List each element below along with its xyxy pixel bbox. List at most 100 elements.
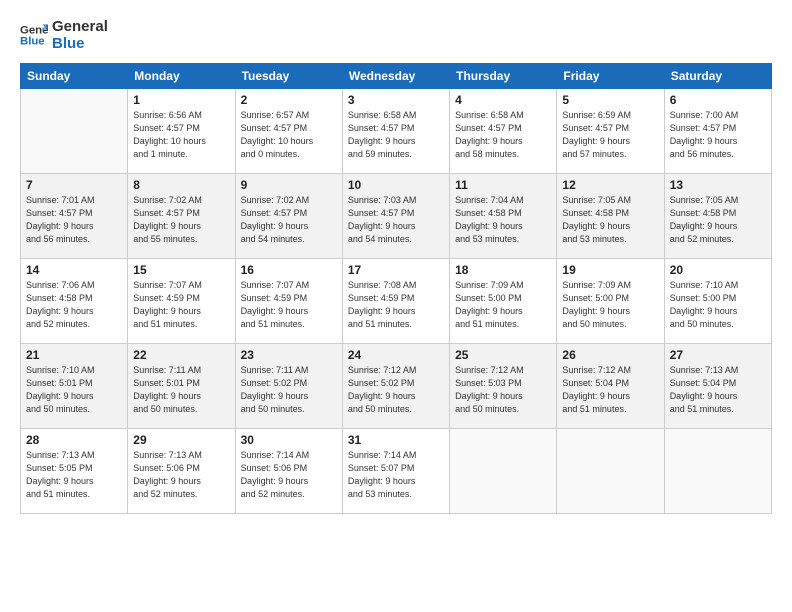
day-number: 16 (241, 263, 337, 277)
calendar-week-row: 28Sunrise: 7:13 AM Sunset: 5:05 PM Dayli… (21, 428, 772, 513)
day-info: Sunrise: 7:11 AM Sunset: 5:01 PM Dayligh… (133, 364, 229, 416)
calendar-cell: 16 Sunrise: 7:07 AM Sunset: 4:59 PM Dayli… (235, 258, 342, 343)
calendar-cell: 24 Sunrise: 7:12 AM Sunset: 5:02 PM Dayli… (342, 343, 449, 428)
calendar-cell: 23 Sunrise: 7:11 AM Sunset: 5:02 PM Dayli… (235, 343, 342, 428)
day-info: Sunrise: 7:10 AM Sunset: 5:00 PM Dayligh… (670, 279, 766, 331)
day-number: 30 (241, 433, 337, 447)
day-info: Sunrise: 7:13 AM Sunset: 5:05 PM Dayligh… (26, 449, 122, 501)
calendar-cell: 29Sunrise: 7:13 AM Sunset: 5:06 PM Dayli… (128, 428, 235, 513)
day-info: Sunrise: 7:05 AM Sunset: 4:58 PM Dayligh… (670, 194, 766, 246)
day-info: Sunrise: 6:57 AM Sunset: 4:57 PM Dayligh… (241, 109, 337, 161)
calendar-cell: 9Sunrise: 7:02 AM Sunset: 4:57 PM Daylig… (235, 173, 342, 258)
day-info: Sunrise: 6:58 AM Sunset: 4:57 PM Dayligh… (348, 109, 444, 161)
page: General Blue General Blue SundayMondayTu… (0, 0, 792, 612)
col-header-wednesday: Wednesday (342, 63, 449, 88)
day-number: 12 (562, 178, 658, 192)
day-info: Sunrise: 7:11 AM Sunset: 5:02 PM Dayligh… (241, 364, 337, 416)
day-number: 31 (348, 433, 444, 447)
calendar-cell: 11 Sunrise: 7:04 AM Sunset: 4:58 PM Dayli… (450, 173, 557, 258)
calendar-cell: 13 Sunrise: 7:05 AM Sunset: 4:58 PM Dayli… (664, 173, 771, 258)
day-info: Sunrise: 7:12 AM Sunset: 5:02 PM Dayligh… (348, 364, 444, 416)
day-number: 6 (670, 93, 766, 107)
day-info: Sunrise: 7:10 AM Sunset: 5:01 PM Dayligh… (26, 364, 122, 416)
day-info: Sunrise: 7:08 AM Sunset: 4:59 PM Dayligh… (348, 279, 444, 331)
col-header-sunday: Sunday (21, 63, 128, 88)
calendar-cell: 1 Sunrise: 6:56 AM Sunset: 4:57 PM Daylig… (128, 88, 235, 173)
calendar-cell: 27Sunrise: 7:13 AM Sunset: 5:04 PM Dayli… (664, 343, 771, 428)
day-number: 4 (455, 93, 551, 107)
day-number: 24 (348, 348, 444, 362)
calendar-cell: 10Sunrise: 7:03 AM Sunset: 4:57 PM Dayli… (342, 173, 449, 258)
day-number: 23 (241, 348, 337, 362)
day-info: Sunrise: 7:07 AM Sunset: 4:59 PM Dayligh… (241, 279, 337, 331)
day-number: 14 (26, 263, 122, 277)
day-number: 13 (670, 178, 766, 192)
calendar-cell: 21Sunrise: 7:10 AM Sunset: 5:01 PM Dayli… (21, 343, 128, 428)
calendar-cell: 25 Sunrise: 7:12 AM Sunset: 5:03 PM Dayli… (450, 343, 557, 428)
calendar-week-row: 21Sunrise: 7:10 AM Sunset: 5:01 PM Dayli… (21, 343, 772, 428)
calendar-cell: 2 Sunrise: 6:57 AM Sunset: 4:57 PM Daylig… (235, 88, 342, 173)
calendar-week-row: 14Sunrise: 7:06 AM Sunset: 4:58 PM Dayli… (21, 258, 772, 343)
day-info: Sunrise: 7:12 AM Sunset: 5:04 PM Dayligh… (562, 364, 658, 416)
calendar-cell (557, 428, 664, 513)
calendar-cell: 12 Sunrise: 7:05 AM Sunset: 4:58 PM Dayli… (557, 173, 664, 258)
day-info: Sunrise: 7:00 AM Sunset: 4:57 PM Dayligh… (670, 109, 766, 161)
calendar-cell: 20 Sunrise: 7:10 AM Sunset: 5:00 PM Dayli… (664, 258, 771, 343)
day-info: Sunrise: 6:59 AM Sunset: 4:57 PM Dayligh… (562, 109, 658, 161)
col-header-thursday: Thursday (450, 63, 557, 88)
day-number: 18 (455, 263, 551, 277)
calendar-cell: 6 Sunrise: 7:00 AM Sunset: 4:57 PM Daylig… (664, 88, 771, 173)
calendar-cell: 3 Sunrise: 6:58 AM Sunset: 4:57 PM Daylig… (342, 88, 449, 173)
day-info: Sunrise: 7:07 AM Sunset: 4:59 PM Dayligh… (133, 279, 229, 331)
calendar-cell: 4Sunrise: 6:58 AM Sunset: 4:57 PM Daylig… (450, 88, 557, 173)
day-info: Sunrise: 7:09 AM Sunset: 5:00 PM Dayligh… (562, 279, 658, 331)
svg-text:Blue: Blue (20, 36, 45, 48)
day-number: 19 (562, 263, 658, 277)
calendar-cell: 22 Sunrise: 7:11 AM Sunset: 5:01 PM Dayli… (128, 343, 235, 428)
logo-general: General (52, 18, 108, 35)
day-number: 11 (455, 178, 551, 192)
day-number: 20 (670, 263, 766, 277)
day-number: 22 (133, 348, 229, 362)
day-number: 2 (241, 93, 337, 107)
day-info: Sunrise: 7:04 AM Sunset: 4:58 PM Dayligh… (455, 194, 551, 246)
col-header-friday: Friday (557, 63, 664, 88)
calendar-cell: 18 Sunrise: 7:09 AM Sunset: 5:00 PM Dayli… (450, 258, 557, 343)
day-info: Sunrise: 7:02 AM Sunset: 4:57 PM Dayligh… (241, 194, 337, 246)
calendar-cell: 28Sunrise: 7:13 AM Sunset: 5:05 PM Dayli… (21, 428, 128, 513)
header: General Blue General Blue (20, 18, 772, 53)
calendar-cell: 31 Sunrise: 7:14 AM Sunset: 5:07 PM Dayli… (342, 428, 449, 513)
day-number: 17 (348, 263, 444, 277)
calendar-week-row: 7 Sunrise: 7:01 AM Sunset: 4:57 PM Daylig… (21, 173, 772, 258)
logo-blue: Blue (52, 35, 108, 52)
day-info: Sunrise: 7:09 AM Sunset: 5:00 PM Dayligh… (455, 279, 551, 331)
day-number: 8 (133, 178, 229, 192)
day-info: Sunrise: 7:14 AM Sunset: 5:07 PM Dayligh… (348, 449, 444, 501)
calendar-cell: 14Sunrise: 7:06 AM Sunset: 4:58 PM Dayli… (21, 258, 128, 343)
day-number: 10 (348, 178, 444, 192)
calendar-cell: 26 Sunrise: 7:12 AM Sunset: 5:04 PM Dayli… (557, 343, 664, 428)
day-info: Sunrise: 7:05 AM Sunset: 4:58 PM Dayligh… (562, 194, 658, 246)
svg-text:General: General (20, 25, 48, 37)
calendar-cell (664, 428, 771, 513)
day-info: Sunrise: 7:01 AM Sunset: 4:57 PM Dayligh… (26, 194, 122, 246)
day-info: Sunrise: 7:02 AM Sunset: 4:57 PM Dayligh… (133, 194, 229, 246)
day-number: 7 (26, 178, 122, 192)
day-info: Sunrise: 6:56 AM Sunset: 4:57 PM Dayligh… (133, 109, 229, 161)
day-number: 25 (455, 348, 551, 362)
col-header-saturday: Saturday (664, 63, 771, 88)
day-number: 29 (133, 433, 229, 447)
day-number: 3 (348, 93, 444, 107)
col-header-monday: Monday (128, 63, 235, 88)
day-info: Sunrise: 7:12 AM Sunset: 5:03 PM Dayligh… (455, 364, 551, 416)
calendar-cell: 8 Sunrise: 7:02 AM Sunset: 4:57 PM Daylig… (128, 173, 235, 258)
day-number: 1 (133, 93, 229, 107)
calendar-week-row: 1 Sunrise: 6:56 AM Sunset: 4:57 PM Daylig… (21, 88, 772, 173)
calendar-cell: 15 Sunrise: 7:07 AM Sunset: 4:59 PM Dayli… (128, 258, 235, 343)
day-number: 15 (133, 263, 229, 277)
day-number: 26 (562, 348, 658, 362)
calendar-cell (21, 88, 128, 173)
calendar-cell: 19 Sunrise: 7:09 AM Sunset: 5:00 PM Dayli… (557, 258, 664, 343)
calendar-header-row: SundayMondayTuesdayWednesdayThursdayFrid… (21, 63, 772, 88)
calendar-cell: 17 Sunrise: 7:08 AM Sunset: 4:59 PM Dayli… (342, 258, 449, 343)
